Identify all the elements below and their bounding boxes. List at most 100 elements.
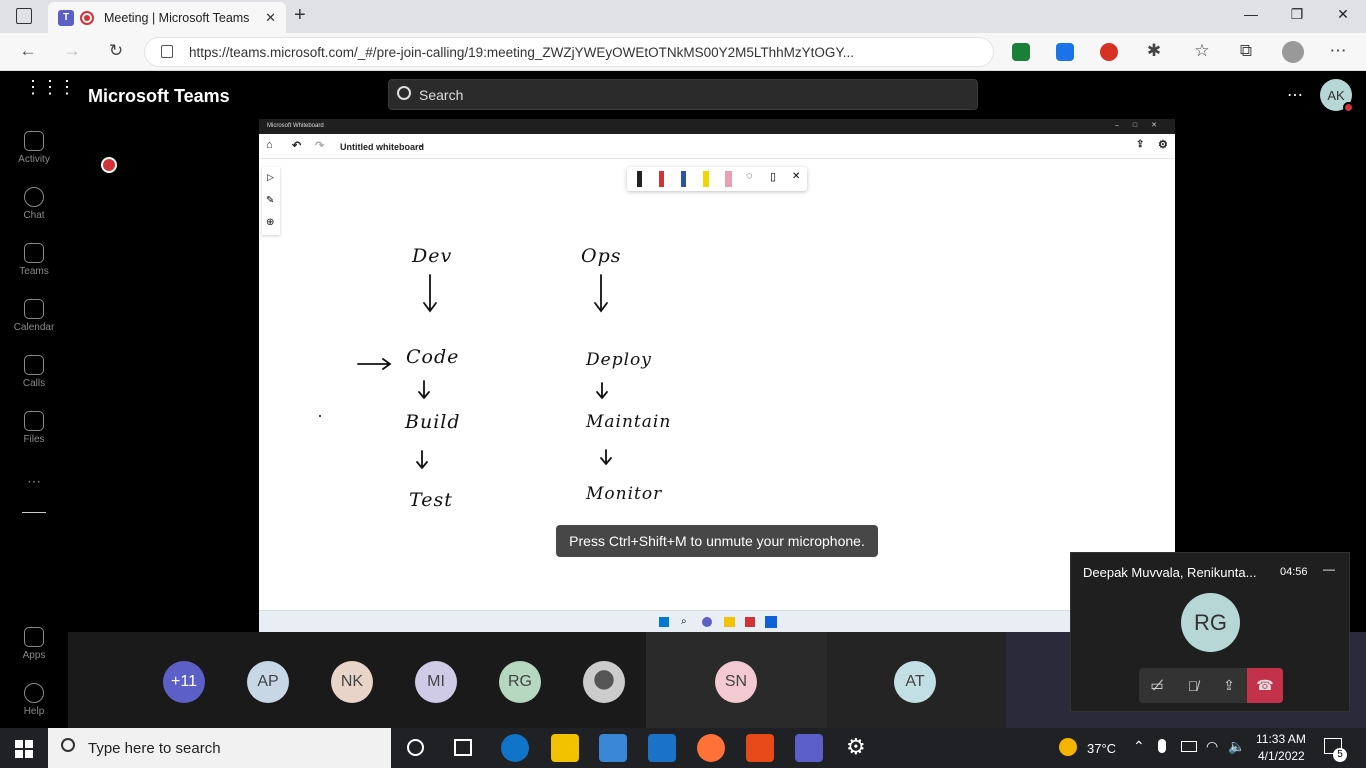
windows-start-icon xyxy=(659,617,669,627)
search-input[interactable]: Search xyxy=(388,79,978,110)
chevron-up-icon[interactable]: ⌃ xyxy=(1133,738,1145,755)
participant-avatar[interactable]: NK xyxy=(331,661,373,703)
hang-up-button[interactable]: ☎ xyxy=(1247,668,1283,703)
back-icon[interactable]: ← xyxy=(16,41,40,61)
clock-date[interactable]: 4/1/2022 xyxy=(1258,749,1305,763)
rail-more-apps-icon[interactable]: ⋯ xyxy=(0,473,68,490)
url-text: https://teams.microsoft.com/_#/pre-join-… xyxy=(189,44,854,60)
clock-time[interactable]: 11:33 AM xyxy=(1256,732,1306,746)
help-icon xyxy=(24,683,44,703)
whiteboard-app-icon xyxy=(765,616,777,628)
participant-avatar[interactable]: SN xyxy=(715,661,757,703)
office-icon[interactable] xyxy=(746,734,774,762)
recording-indicator-icon xyxy=(101,157,117,173)
apps-icon xyxy=(24,627,44,647)
battery-icon[interactable] xyxy=(1181,741,1197,752)
tab-actions-icon[interactable] xyxy=(16,8,32,24)
search-placeholder: Search xyxy=(419,86,464,103)
rail-label: Calendar xyxy=(13,322,55,333)
participant-avatar[interactable]: RG xyxy=(499,661,541,703)
file-explorer-icon[interactable] xyxy=(551,734,579,762)
participant-photo[interactable] xyxy=(583,661,625,703)
participant-avatar[interactable]: +11 xyxy=(163,661,205,703)
rail-item-help[interactable]: Help xyxy=(0,683,68,717)
rail-label: Calls xyxy=(22,378,46,389)
browser-tab-bar: T Meeting | Microsoft Teams ✕ + — ❐ ✕ xyxy=(0,0,1366,33)
rail-label: Files xyxy=(23,434,45,445)
microphone-icon[interactable] xyxy=(1158,739,1166,753)
search-icon: ⌕ xyxy=(681,616,687,627)
teams-header: ⋮⋮⋮ Microsoft Teams Search ⋯ AK xyxy=(0,71,1366,119)
camera-off-icon[interactable]: ▭̸ xyxy=(1139,668,1175,703)
participant-avatar[interactable]: MI xyxy=(415,661,457,703)
mail-icon[interactable] xyxy=(648,734,676,762)
app-launcher-icon[interactable]: ⋮⋮⋮ xyxy=(24,78,76,96)
rail-label: Teams xyxy=(19,266,49,277)
taskbar-search-placeholder: Type here to search xyxy=(88,739,221,757)
more-options-icon[interactable]: ⋯ xyxy=(1287,85,1303,105)
chat-icon xyxy=(24,187,44,207)
share-screen-icon[interactable]: ⇪ xyxy=(1211,668,1247,703)
firefox-icon[interactable] xyxy=(697,734,725,762)
edge-icon[interactable] xyxy=(501,734,529,762)
rail-item-calls[interactable]: Calls xyxy=(0,355,68,389)
chat-icon xyxy=(702,617,712,627)
app-icon xyxy=(745,617,755,627)
app-rail: Activity Chat Teams Calendar Calls Files… xyxy=(0,119,68,728)
rail-item-chat[interactable]: Chat xyxy=(0,187,68,221)
windows-start-icon[interactable] xyxy=(15,740,33,758)
shared-screen-taskbar: ⌕ xyxy=(259,610,1175,632)
tab-title: Meeting | Microsoft Teams xyxy=(104,10,250,25)
unmute-hint-toast: Press Ctrl+Shift+M to unmute your microp… xyxy=(556,525,878,557)
rail-item-teams[interactable]: Teams xyxy=(0,243,68,277)
bell-icon xyxy=(24,131,44,151)
call-duration: 04:56 xyxy=(1280,566,1308,578)
user-avatar[interactable]: AK xyxy=(1320,79,1354,113)
url-field[interactable]: https://teams.microsoft.com/_#/pre-join-… xyxy=(144,37,994,67)
file-icon xyxy=(24,411,44,431)
teams-app-icon[interactable] xyxy=(795,734,823,762)
user-initials: AK xyxy=(1327,87,1345,103)
rail-item-activity[interactable]: Activity xyxy=(0,131,68,165)
collections-icon[interactable]: ⧉ xyxy=(1234,41,1258,61)
extension-icon[interactable] xyxy=(1012,43,1030,61)
browser-tab[interactable]: T Meeting | Microsoft Teams ✕ xyxy=(48,2,286,33)
task-view-icon[interactable] xyxy=(454,739,472,756)
cortana-icon[interactable] xyxy=(407,739,424,756)
notification-count-badge: 5 xyxy=(1333,748,1347,762)
browser-menu-icon[interactable]: ⋯ xyxy=(1326,41,1350,61)
volume-icon[interactable]: 🔈 xyxy=(1228,738,1245,755)
favorites-icon[interactable]: ☆ xyxy=(1190,41,1214,61)
rail-item-files[interactable]: Files xyxy=(0,411,68,445)
call-monitor-window[interactable]: Deepak Muvvala, Renikunta... 04:56 — RG … xyxy=(1070,552,1350,712)
close-window-icon[interactable]: ✕ xyxy=(1332,6,1354,23)
call-participants-label: Deepak Muvvala, Renikunta... xyxy=(1083,565,1257,580)
address-bar-row: ← → ↻ https://teams.microsoft.com/_#/pre… xyxy=(0,33,1366,71)
teams-favicon-icon: T xyxy=(58,9,74,26)
forward-icon[interactable]: → xyxy=(60,41,84,61)
settings-gear-icon[interactable]: ⚙ xyxy=(846,734,866,760)
rail-divider xyxy=(22,512,46,513)
extension-icon[interactable] xyxy=(1100,43,1118,61)
folder-icon xyxy=(724,617,735,627)
mic-muted-icon[interactable]: 🎙̸ xyxy=(1175,668,1211,703)
recording-icon xyxy=(80,10,94,25)
profile-avatar[interactable] xyxy=(1282,41,1304,63)
close-tab-icon[interactable]: ✕ xyxy=(265,10,276,26)
store-icon[interactable] xyxy=(599,734,627,762)
rail-item-calendar[interactable]: Calendar xyxy=(0,299,68,333)
weather-icon[interactable] xyxy=(1059,738,1077,756)
extensions-puzzle-icon[interactable]: ✱ xyxy=(1142,41,1166,61)
participant-avatar[interactable]: AT xyxy=(894,661,936,703)
minimize-icon[interactable]: — xyxy=(1240,6,1262,22)
extension-icon[interactable] xyxy=(1056,43,1074,61)
refresh-icon[interactable]: ↻ xyxy=(104,41,128,61)
wifi-icon[interactable]: ◠ xyxy=(1206,738,1218,755)
minimize-call-icon[interactable]: — xyxy=(1323,562,1335,576)
taskbar-search-input[interactable]: Type here to search xyxy=(48,728,391,768)
new-tab-icon[interactable]: + xyxy=(294,4,306,27)
participant-avatar[interactable]: AP xyxy=(247,661,289,703)
call-avatar: RG xyxy=(1181,593,1240,652)
rail-item-apps[interactable]: Apps xyxy=(0,627,68,661)
restore-icon[interactable]: ❐ xyxy=(1286,6,1308,23)
